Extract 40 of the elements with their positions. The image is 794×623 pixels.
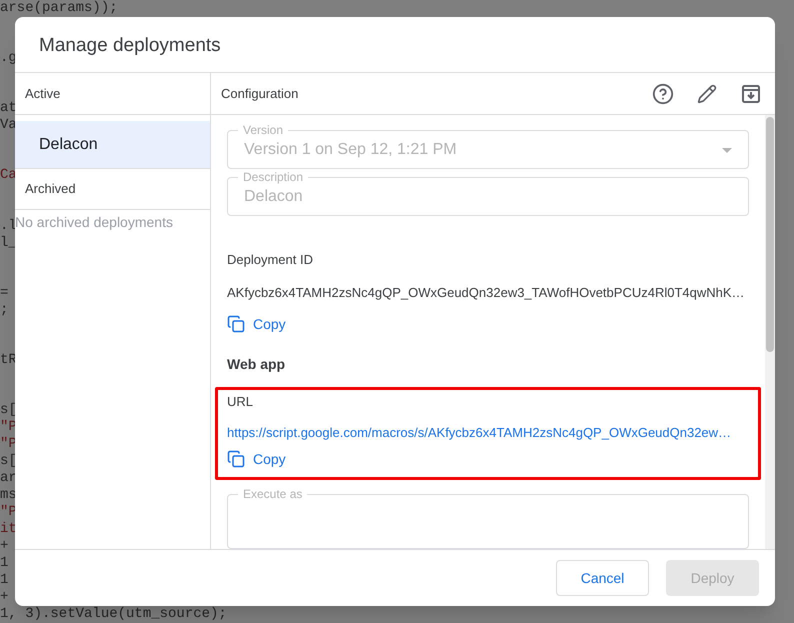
code-line: 1, 3).setValue(utm_source); bbox=[0, 606, 227, 623]
code-line: ms bbox=[0, 486, 17, 504]
field-label: Description bbox=[242, 169, 304, 185]
url-link[interactable]: https://script.google.com/macros/s/AKfycbz6x4TAMH2zsNc4gQP_OWxGeudQn32ew… bbox=[227, 422, 749, 442]
code-line: ; bbox=[0, 302, 8, 319]
code-line: + bbox=[0, 588, 8, 606]
field-label: Execute as bbox=[242, 486, 304, 502]
code-line: s[ bbox=[0, 452, 17, 470]
code-line: .l bbox=[0, 218, 17, 235]
code-line: + bbox=[0, 538, 8, 555]
dropdown-caret-icon bbox=[722, 148, 732, 152]
code-line: 1 bbox=[0, 554, 8, 572]
field-label: Deployment ID bbox=[227, 251, 314, 269]
code-line: Va bbox=[0, 117, 17, 134]
code-line: = bbox=[0, 284, 8, 302]
scrollbar-thumb[interactable] bbox=[766, 117, 774, 352]
panel-heading: Configuration bbox=[221, 84, 300, 103]
field-label: URL bbox=[227, 393, 254, 411]
copy-button[interactable]: Copy bbox=[227, 447, 286, 471]
code-line: at bbox=[0, 100, 17, 118]
cancel-button[interactable]: Cancel bbox=[556, 560, 649, 596]
code-line: Ca bbox=[0, 167, 17, 184]
deployment-id: AKfycbz6x4TAMH2zsNc4gQP_OWxGeudQn32ew3_TAWofHOvetbPCUz4Rl0T4qwNhK… bbox=[227, 284, 746, 302]
code-line: s[ bbox=[0, 402, 17, 419]
code-line: it bbox=[0, 520, 17, 538]
deployment-item[interactable]: Delacon bbox=[15, 121, 210, 169]
copy-icon bbox=[227, 450, 245, 468]
dialog-title: Manage deployments bbox=[39, 34, 221, 58]
code-line: ar bbox=[0, 470, 17, 487]
copy-button[interactable]: Copy bbox=[227, 312, 286, 336]
copy-icon bbox=[227, 315, 245, 333]
empty-message: No archived deployments bbox=[15, 213, 174, 232]
section-heading: Active bbox=[25, 84, 60, 103]
section-heading: Archived bbox=[25, 180, 76, 198]
help-icon[interactable] bbox=[651, 82, 675, 106]
code-line: arse(params)); bbox=[0, 0, 118, 17]
field-label: Version bbox=[242, 122, 284, 138]
code-line: 1 bbox=[0, 572, 8, 589]
scrollbar[interactable] bbox=[765, 115, 775, 549]
section-heading: Web app bbox=[227, 355, 286, 374]
